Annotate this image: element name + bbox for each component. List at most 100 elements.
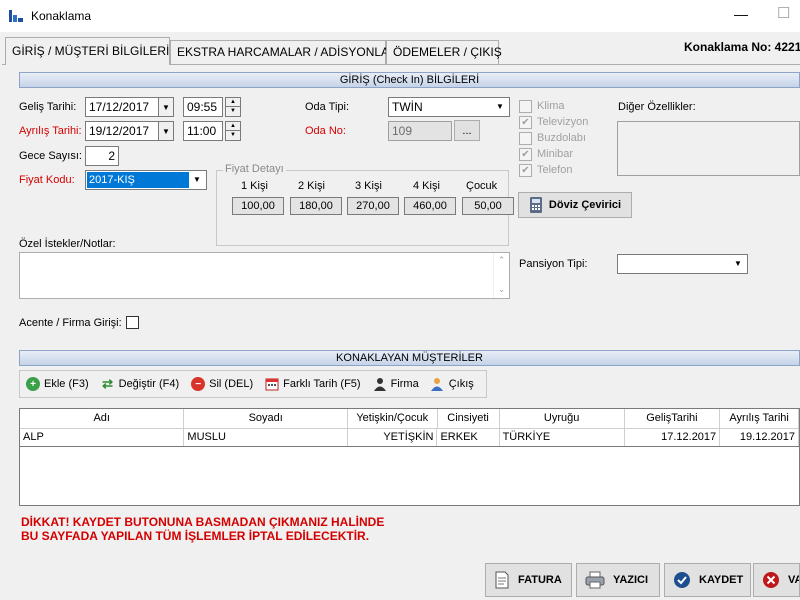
feature-buzdolabi-checkbox[interactable] (519, 132, 532, 145)
price-value-2: 180,00 (290, 197, 342, 215)
degistir-label: Değiştir (F4) (118, 378, 180, 390)
price-label-2: 2 Kişi (298, 180, 325, 192)
col-ayrilis-tarihi[interactable]: Ayrılış Tarihi (720, 409, 799, 428)
oda-no-browse-button[interactable]: ... (454, 120, 480, 141)
fiyat-kodu-select[interactable]: 2017-KIŞ ▼ (85, 170, 207, 190)
chevron-down-icon: ▼ (193, 175, 201, 184)
calculator-icon (529, 197, 542, 213)
firma-button[interactable]: Firma (373, 377, 419, 391)
chevron-down-icon[interactable]: ⌄ (494, 284, 509, 295)
col-adi[interactable]: Adı (20, 409, 185, 428)
guests-grid[interactable]: Adı Soyadı Yetişkin/Çocuk Cinsiyeti Uyru… (19, 408, 800, 506)
doviz-cevirici-button[interactable]: Döviz Çevirici (518, 192, 632, 218)
feature-telefon-label: Telefon (537, 164, 573, 176)
oda-no-input[interactable]: 109 (388, 121, 452, 141)
tab-odemeler[interactable]: ÖDEMELER / ÇIKIŞ (386, 40, 502, 64)
kaydet-button[interactable]: KAYDET (664, 563, 751, 597)
fatura-label: FATURA (518, 574, 562, 586)
diger-ozellikler-box[interactable] (617, 121, 800, 176)
cancel-icon (763, 572, 779, 588)
tab-ekstra[interactable]: EKSTRA HARCAMALAR / ADİSYONLAR (170, 40, 398, 64)
gece-sayisi-input[interactable]: 2 (85, 146, 119, 166)
title-bar: Konaklama — ☐ (0, 0, 800, 32)
price-value-3: 270,00 (347, 197, 399, 215)
chevron-down-icon: ▼ (162, 102, 170, 112)
oda-no-label: Oda No: (305, 125, 346, 137)
ozel-istekler-textarea[interactable]: ⌃ ⌄ (19, 252, 510, 299)
ayrilis-saati-input[interactable]: 11:00 (183, 121, 223, 141)
price-label-5: Çocuk (466, 180, 498, 192)
spin-down-icon[interactable]: ▼ (226, 131, 240, 140)
checkout-icon (430, 378, 443, 391)
gece-sayisi-label: Gece Sayısı: (19, 150, 82, 162)
chevron-down-icon: ▼ (734, 259, 742, 268)
spin-up-icon[interactable]: ▲ (226, 122, 240, 131)
feature-televizyon-checkbox[interactable]: ✔ (519, 116, 532, 129)
col-uyrugu[interactable]: Uyruğu (500, 409, 625, 428)
table-row[interactable]: ALP MUSLU YETİŞKİN ERKEK TÜRKİYE 17.12.2… (20, 429, 799, 447)
yazici-label: YAZICI (613, 574, 649, 586)
chevron-down-icon: ▼ (496, 102, 504, 111)
cikis-button[interactable]: Çıkış (430, 377, 474, 391)
cikis-label: Çıkış (448, 378, 474, 390)
pansiyon-tipi-select[interactable]: ▼ (617, 254, 748, 274)
col-gelis-tarihi[interactable]: GelişTarihi (625, 409, 721, 428)
cell-soyadi: MUSLU (184, 429, 348, 446)
gelis-saati-input[interactable]: 09:55 (183, 97, 223, 117)
oda-tipi-select[interactable]: TWİN ▼ (388, 97, 510, 117)
company-icon (373, 378, 386, 391)
feature-klima-label: Klima (537, 100, 565, 112)
sil-button[interactable]: − Sil (DEL) (191, 377, 253, 391)
grid-header: Adı Soyadı Yetişkin/Çocuk Cinsiyeti Uyru… (20, 409, 799, 429)
vazgec-button[interactable]: VAZGEÇ (753, 563, 800, 597)
chevron-up-icon[interactable]: ⌃ (494, 255, 509, 266)
price-label-1: 1 Kişi (241, 180, 268, 192)
col-cinsiyeti[interactable]: Cinsiyeti (438, 409, 500, 428)
ayrilis-tarihi-dropdown[interactable]: ▼ (158, 121, 174, 141)
feature-minibar-checkbox[interactable]: ✔ (519, 148, 532, 161)
ayrilis-tarihi-input[interactable]: 19/12/2017 (85, 121, 159, 141)
firma-label: Firma (390, 378, 419, 390)
col-soyadi[interactable]: Soyadı (184, 409, 348, 428)
ayrilis-saati-spinner[interactable]: ▲ ▼ (225, 121, 241, 141)
yazici-button[interactable]: YAZICI (576, 563, 660, 597)
invoice-icon (495, 571, 509, 589)
farkli-tarih-button[interactable]: Farklı Tarih (F5) (265, 377, 361, 391)
price-value-1: 100,00 (232, 197, 284, 215)
feature-klima-checkbox[interactable] (519, 100, 532, 113)
gelis-tarihi-dropdown[interactable]: ▼ (158, 97, 174, 117)
farkli-tarih-label: Farklı Tarih (F5) (283, 378, 361, 390)
cell-cinsiyeti: ERKEK (437, 429, 500, 446)
gelis-saati-spinner[interactable]: ▲ ▼ (225, 97, 241, 117)
kaydet-label: KAYDET (699, 574, 744, 586)
warning-line-2: BU SAYFADA YAPILAN TÜM İŞLEMLER İPTAL ED… (21, 529, 370, 543)
acente-checkbox[interactable] (126, 316, 139, 329)
fatura-button[interactable]: FATURA (485, 563, 572, 597)
oda-tipi-label: Oda Tipi: (305, 101, 350, 113)
spin-up-icon[interactable]: ▲ (226, 98, 240, 107)
price-value-5: 50,00 (462, 197, 514, 215)
col-yetiskin[interactable]: Yetişkin/Çocuk (348, 409, 438, 428)
tab-giris[interactable]: GİRİŞ / MÜŞTERİ BİLGİLERİ (5, 37, 170, 65)
ekle-button[interactable]: + Ekle (F3) (26, 377, 89, 391)
ayrilis-tarihi-label: Ayrılış Tarihi: (19, 125, 82, 137)
degistir-button[interactable]: ⇄ Değiştir (F4) (101, 376, 180, 391)
calendar-icon (265, 378, 279, 391)
guests-section-header: KONAKLAYAN MÜŞTERİLER (19, 350, 800, 366)
cell-adi: ALP (20, 429, 185, 446)
feature-minibar-label: Minibar (537, 148, 574, 160)
minimize-icon[interactable]: — (734, 6, 748, 22)
feature-televizyon-label: Televizyon (537, 116, 589, 128)
doviz-cevirici-label: Döviz Çevirici (548, 199, 622, 211)
gelis-tarihi-label: Geliş Tarihi: (19, 101, 77, 113)
maximize-icon[interactable]: ☐ (777, 4, 790, 22)
spin-down-icon[interactable]: ▼ (226, 107, 240, 116)
gelis-tarihi-input[interactable]: 17/12/2017 (85, 97, 159, 117)
pansiyon-tipi-label: Pansiyon Tipi: (519, 258, 588, 270)
feature-telefon-checkbox[interactable]: ✔ (519, 164, 532, 177)
delete-icon: − (191, 377, 206, 391)
konaklama-no: Konaklama No: 4221 (684, 40, 800, 54)
diger-ozellikler-label: Diğer Özellikler: (618, 101, 696, 113)
notes-scrollbar[interactable]: ⌃ ⌄ (493, 253, 509, 298)
sil-label: Sil (DEL) (209, 378, 254, 390)
